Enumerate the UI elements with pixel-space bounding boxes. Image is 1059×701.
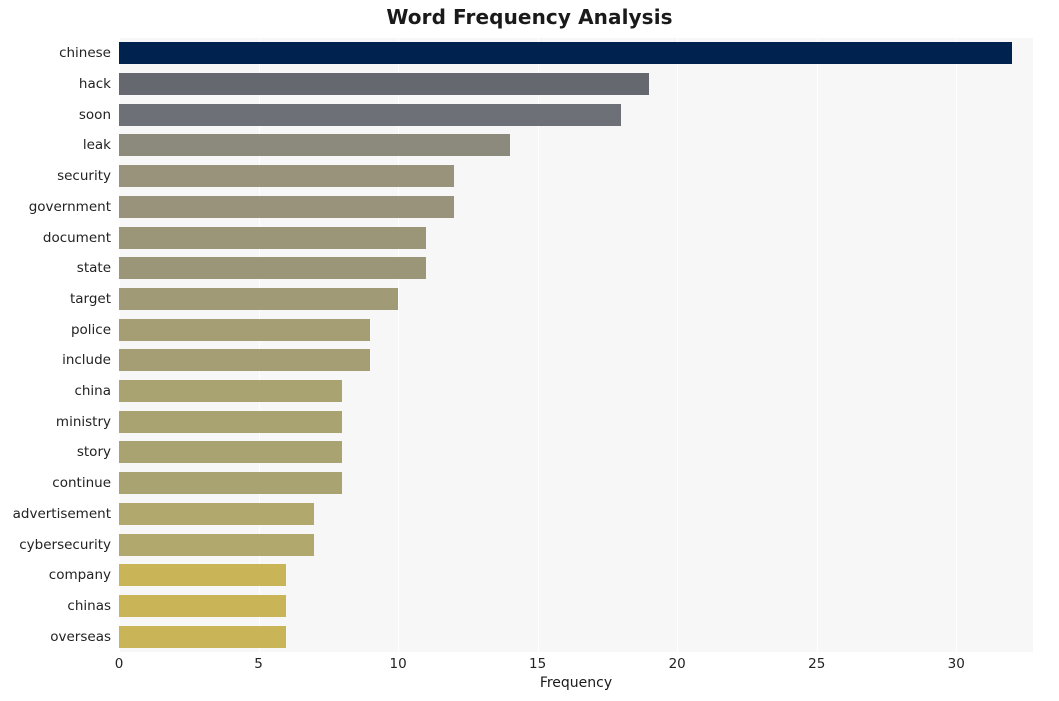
gridline-x-5 [258, 38, 260, 652]
chart-figure: Word Frequency Analysis chinese hack soon l… [0, 0, 1059, 701]
y-tick-label: chinese [59, 45, 111, 62]
plot-area [119, 38, 1033, 652]
y-tick-label: story [76, 444, 111, 461]
y-tick-label: china [74, 383, 111, 400]
bar [119, 380, 343, 403]
bar [119, 410, 343, 433]
bar [119, 441, 343, 464]
y-tick-label: hack [78, 76, 111, 93]
y-tick-label: ministry [55, 413, 111, 430]
gridline-x-25 [816, 38, 818, 652]
y-tick-label: document [42, 229, 111, 246]
x-tick-label: 5 [254, 656, 263, 672]
y-tick-label: soon [78, 106, 111, 123]
x-tick-label: 25 [808, 656, 826, 672]
bar [119, 472, 343, 495]
y-axis: chinese hack soon leak security government doc… [0, 38, 119, 652]
bar [119, 594, 287, 617]
bar [119, 257, 426, 280]
y-tick-label: cybersecurity [19, 536, 111, 553]
y-tick-label: police [70, 321, 111, 338]
gridline-x-15 [537, 38, 539, 652]
y-tick-label: include [62, 352, 111, 369]
bar [119, 318, 371, 341]
gridline-x-0 [119, 38, 120, 652]
x-tick-label: 30 [947, 656, 965, 672]
bar [119, 165, 454, 188]
bar [119, 195, 454, 218]
bar [119, 533, 315, 556]
bar [119, 349, 371, 372]
x-tick-label: 20 [668, 656, 686, 672]
bar [119, 564, 287, 587]
bar [119, 226, 426, 249]
y-tick-label: target [69, 290, 111, 307]
x-axis-title: Frequency [539, 675, 613, 691]
gridline-x-20 [677, 38, 679, 652]
y-tick-label: continue [52, 475, 111, 492]
bar [119, 42, 1013, 65]
bar [119, 502, 315, 525]
y-tick-label: advertisement [12, 505, 111, 522]
bar [119, 73, 650, 96]
gridline-x-30 [956, 38, 958, 652]
page-title: Word Frequency Analysis [386, 5, 673, 29]
x-tick-label: 10 [389, 656, 407, 672]
y-tick-label: security [57, 168, 111, 185]
x-tick-label: 0 [114, 656, 124, 672]
x-tick-label: 15 [529, 656, 547, 672]
y-tick-label: company [48, 567, 111, 584]
y-tick-label: chinas [67, 597, 111, 614]
y-tick-label: overseas [50, 628, 111, 645]
y-tick-label: government [28, 198, 111, 215]
gridline-x-10 [398, 38, 400, 652]
bar [119, 134, 510, 157]
bar [119, 287, 399, 310]
y-tick-label: state [76, 260, 111, 277]
y-tick-label: leak [82, 137, 111, 154]
bar [119, 625, 287, 648]
bar [119, 103, 622, 126]
